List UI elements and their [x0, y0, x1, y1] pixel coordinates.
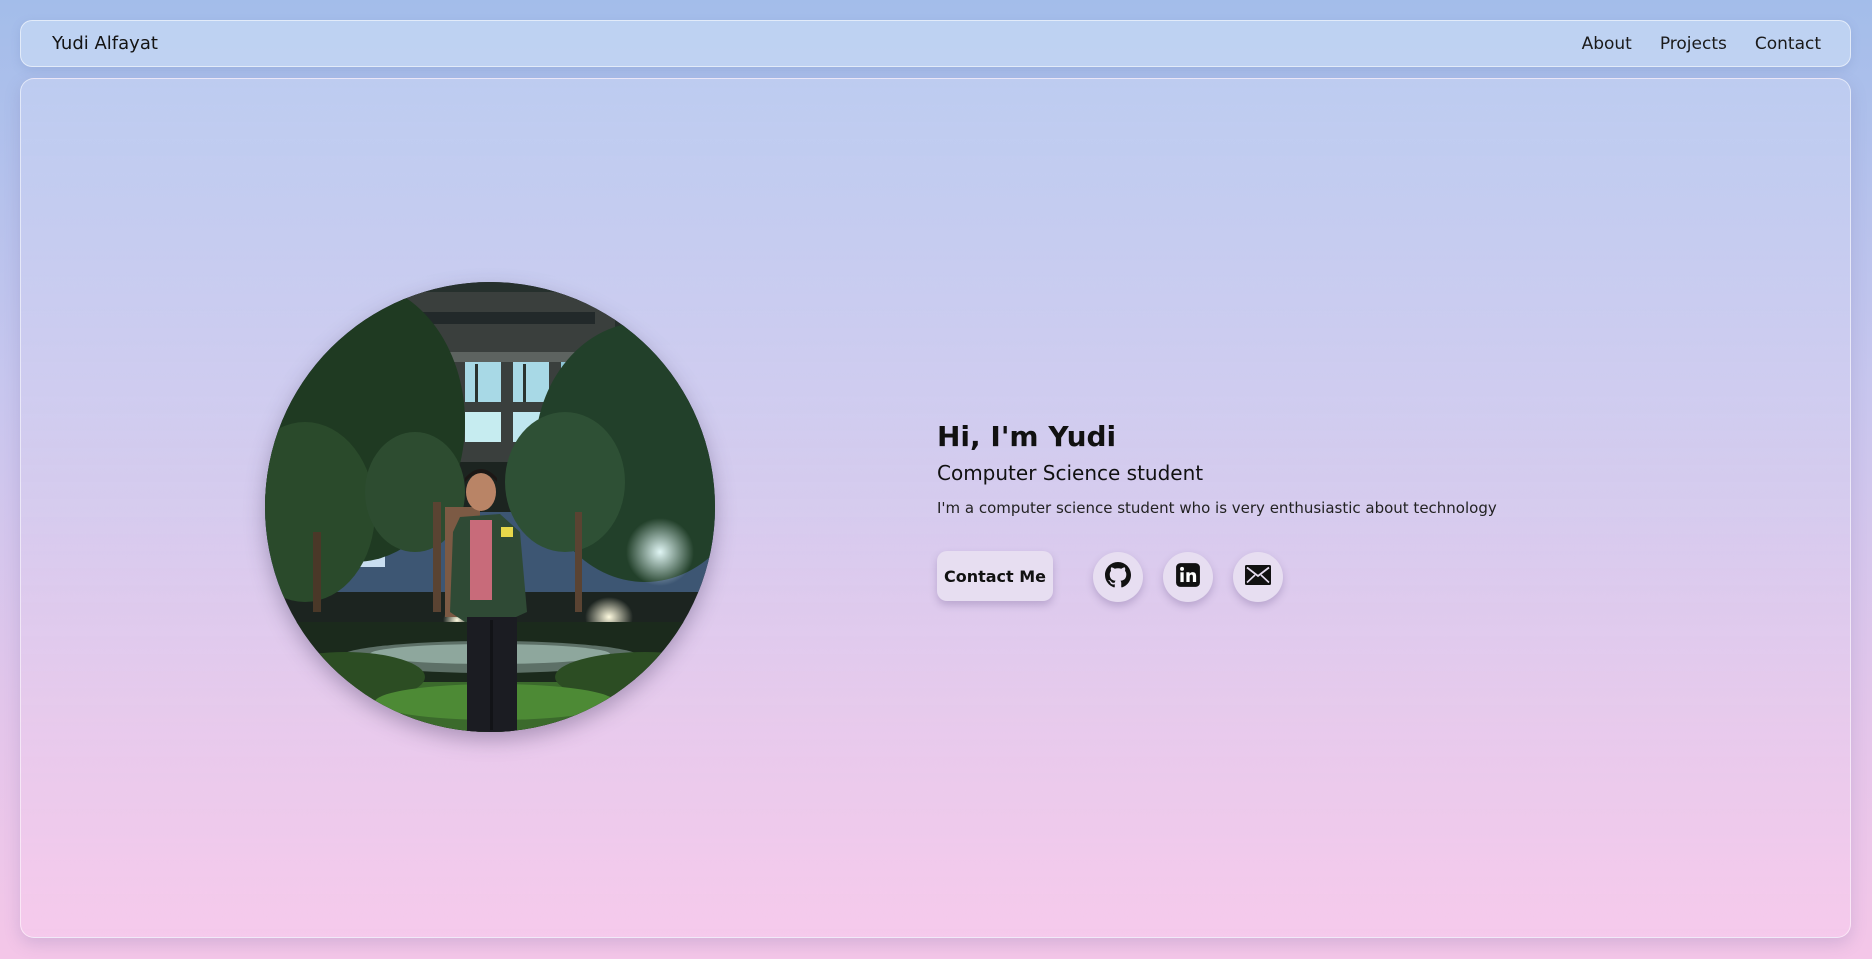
hero-section: Hi, I'm Yudi Computer Science student I'… — [20, 78, 1851, 938]
hero-greeting: Hi, I'm Yudi — [937, 420, 1117, 453]
hero-role: Computer Science student — [937, 461, 1204, 485]
nav-link-contact[interactable]: Contact — [1755, 34, 1821, 54]
hero-text: Hi, I'm Yudi Computer Science student I'… — [937, 419, 1637, 519]
nav-link-projects[interactable]: Projects — [1660, 34, 1727, 54]
nav-links: About Projects Contact — [1582, 34, 1821, 54]
email-icon — [1245, 565, 1271, 589]
github-link[interactable] — [1093, 552, 1143, 602]
linkedin-link[interactable] — [1163, 552, 1213, 602]
hero-bio: I'm a computer science student who is ve… — [937, 499, 1497, 517]
brand-name[interactable]: Yudi Alfayat — [52, 33, 158, 54]
linkedin-icon — [1175, 562, 1201, 592]
contact-me-button[interactable]: Contact Me — [937, 551, 1053, 601]
profile-photo — [265, 282, 715, 732]
navbar: Yudi Alfayat About Projects Contact — [20, 20, 1851, 67]
nav-link-about[interactable]: About — [1582, 34, 1632, 54]
email-link[interactable] — [1233, 552, 1283, 602]
github-icon — [1105, 562, 1131, 592]
